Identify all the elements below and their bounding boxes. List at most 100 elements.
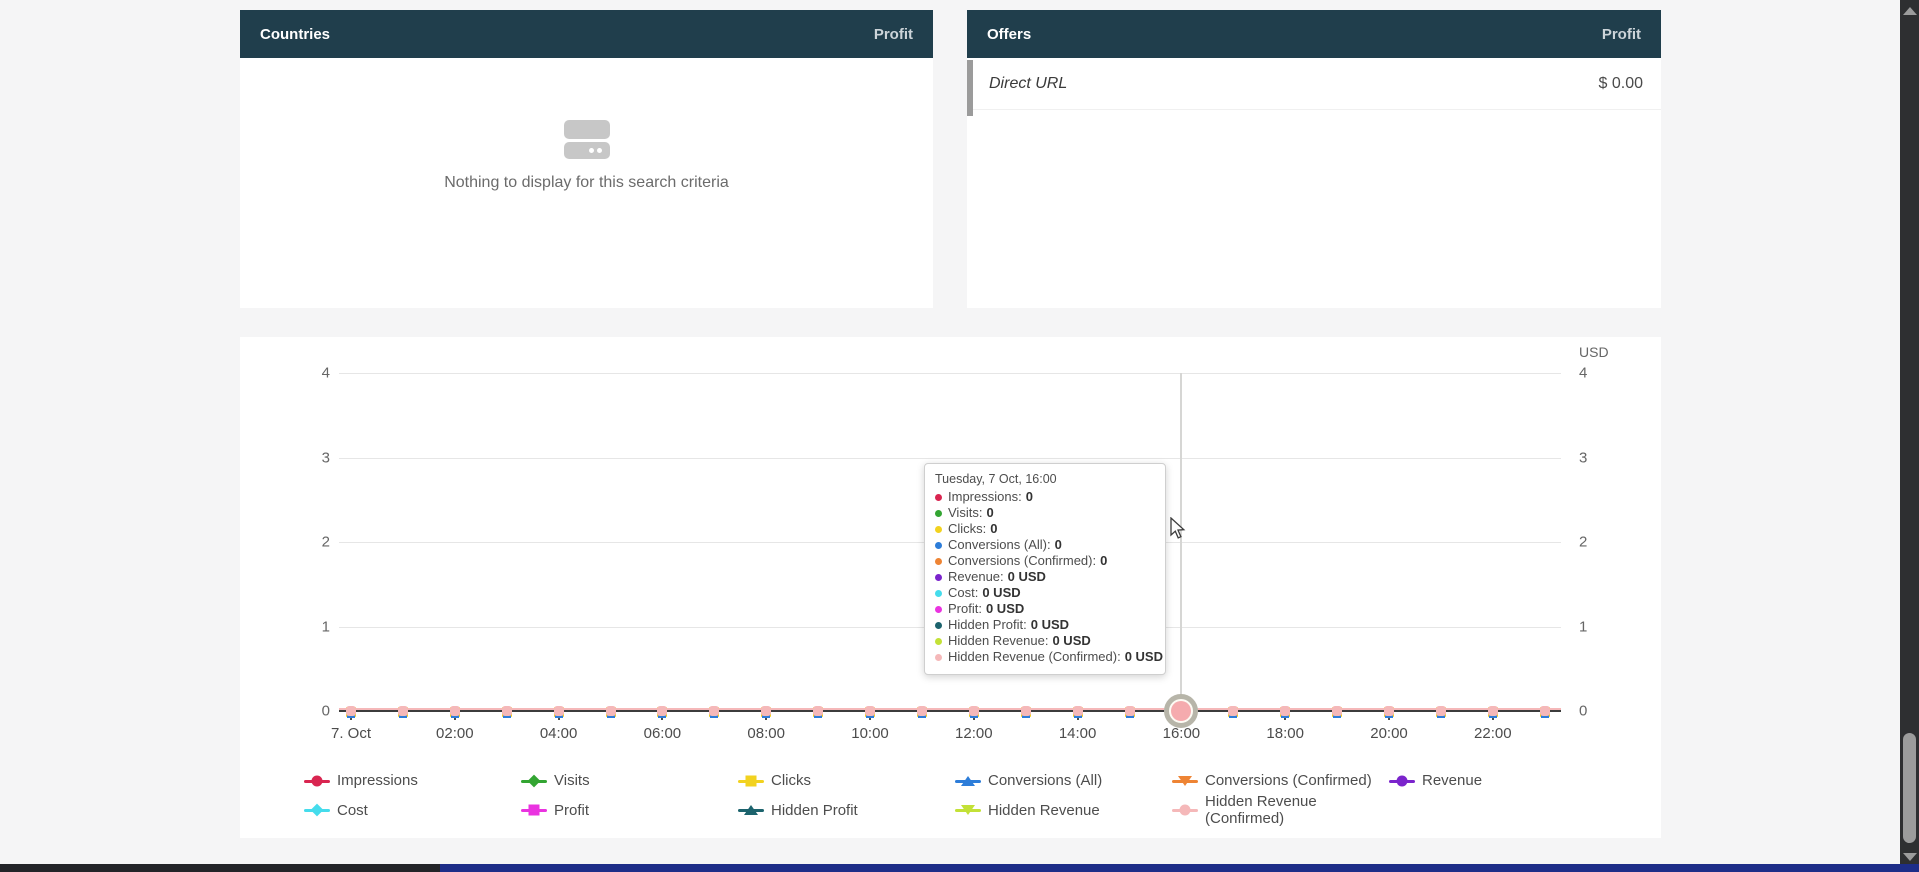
tooltip-row-conversions-confirmed: Conversions (Confirmed):0 bbox=[935, 553, 1155, 569]
series-bullet-icon bbox=[935, 542, 942, 549]
data-point-22-00[interactable] bbox=[1487, 706, 1499, 718]
data-point-00-00[interactable] bbox=[345, 706, 357, 718]
legend-item-conversions-confirmed[interactable]: Conversions (Confirmed) bbox=[1172, 772, 1389, 789]
x-axis-label: 02:00 bbox=[436, 725, 474, 742]
hover-crosshair bbox=[1180, 373, 1182, 711]
tooltip-row-clicks: Clicks:0 bbox=[935, 521, 1155, 537]
tooltip-value: 0 bbox=[1100, 553, 1107, 569]
legend-item-visits[interactable]: Visits bbox=[521, 772, 738, 789]
tooltip-label: Impressions: bbox=[948, 489, 1022, 505]
legend-marker-icon bbox=[1389, 774, 1415, 788]
legend-marker-icon bbox=[304, 774, 330, 788]
tooltip-value: 0 USD bbox=[1052, 633, 1090, 649]
legend-marker-icon bbox=[1172, 774, 1198, 788]
series-bullet-icon bbox=[935, 622, 942, 629]
countries-metric-header[interactable]: Profit bbox=[874, 26, 913, 43]
data-point-19-00[interactable] bbox=[1331, 706, 1343, 718]
legend-label: Revenue bbox=[1422, 772, 1482, 789]
data-point-01-00[interactable] bbox=[397, 706, 409, 718]
legend-marker-icon bbox=[304, 803, 330, 817]
series-bullet-icon bbox=[935, 654, 942, 661]
tooltip-row-hidden-revenue-confirmed: Hidden Revenue (Confirmed):0 USD bbox=[935, 649, 1155, 665]
legend-item-hidden-revenue[interactable]: Hidden Revenue bbox=[955, 793, 1172, 827]
countries-panel: Countries Profit Nothing to display for … bbox=[240, 10, 933, 308]
legend-item-hidden-revenue-confirmed[interactable]: Hidden Revenue (Confirmed) bbox=[1172, 793, 1389, 827]
tooltip-value: 0 USD bbox=[1125, 649, 1163, 665]
countries-empty-state: Nothing to display for this search crite… bbox=[240, 120, 933, 192]
data-point-11-00[interactable] bbox=[916, 706, 928, 718]
legend-item-conversions-all[interactable]: Conversions (All) bbox=[955, 772, 1172, 789]
data-point-09-00[interactable] bbox=[812, 706, 824, 718]
x-axis-label: 10:00 bbox=[851, 725, 889, 742]
series-bullet-icon bbox=[935, 606, 942, 613]
tooltip-title: Tuesday, 7 Oct, 16:00 bbox=[935, 472, 1155, 486]
legend-label: Profit bbox=[554, 802, 589, 819]
y-axis-label-left: 3 bbox=[288, 450, 330, 467]
data-point-20-00[interactable] bbox=[1383, 706, 1395, 718]
legend-label: Hidden Revenue (Confirmed) bbox=[1205, 793, 1389, 827]
tooltip-value: 0 USD bbox=[986, 601, 1024, 617]
tooltip-label: Hidden Revenue: bbox=[948, 633, 1048, 649]
tooltip-label: Hidden Profit: bbox=[948, 617, 1027, 633]
offer-row-direct-url[interactable]: Direct URL $ 0.00 bbox=[973, 58, 1661, 110]
bottom-edge-dark bbox=[0, 864, 440, 872]
countries-panel-title: Countries bbox=[260, 26, 330, 43]
x-axis-label: 06:00 bbox=[644, 725, 682, 742]
offers-panel-header: Offers Profit bbox=[967, 10, 1661, 58]
y-axis-label-right: 4 bbox=[1579, 365, 1587, 382]
legend-label: Hidden Revenue bbox=[988, 802, 1100, 819]
legend-label: Cost bbox=[337, 802, 368, 819]
legend-item-hidden-profit[interactable]: Hidden Profit bbox=[738, 793, 955, 827]
tooltip-row-impressions: Impressions:0 bbox=[935, 489, 1155, 505]
data-point-17-00[interactable] bbox=[1227, 706, 1239, 718]
tooltip-label: Cost: bbox=[948, 585, 978, 601]
legend-item-clicks[interactable]: Clicks bbox=[738, 772, 955, 789]
y-axis-label-left: 1 bbox=[288, 619, 330, 636]
legend-item-impressions[interactable]: Impressions bbox=[304, 772, 521, 789]
data-point-06-00[interactable] bbox=[656, 706, 668, 718]
scrollbar-up-arrow-icon[interactable] bbox=[1903, 7, 1917, 15]
data-point-10-00[interactable] bbox=[864, 706, 876, 718]
offers-metric-header[interactable]: Profit bbox=[1602, 26, 1641, 43]
legend-marker-icon bbox=[1172, 803, 1198, 817]
legend-item-profit[interactable]: Profit bbox=[521, 793, 738, 827]
legend-item-revenue[interactable]: Revenue bbox=[1389, 772, 1606, 789]
data-point-21-00[interactable] bbox=[1435, 706, 1447, 718]
legend-marker-icon bbox=[738, 803, 764, 817]
data-point-05-00[interactable] bbox=[605, 706, 617, 718]
y-axis-label-right: 1 bbox=[1579, 619, 1587, 636]
chart-gridline bbox=[339, 458, 1561, 459]
empty-state-text: Nothing to display for this search crite… bbox=[240, 174, 933, 192]
countries-panel-header: Countries Profit bbox=[240, 10, 933, 58]
tooltip-row-hidden-revenue: Hidden Revenue:0 USD bbox=[935, 633, 1155, 649]
data-point-03-00[interactable] bbox=[501, 706, 513, 718]
data-point-23-00[interactable] bbox=[1539, 706, 1551, 718]
legend-label: Visits bbox=[554, 772, 590, 789]
data-point-04-00[interactable] bbox=[553, 706, 565, 718]
offer-profit-value: $ 0.00 bbox=[1599, 75, 1643, 93]
tooltip-value: 0 bbox=[990, 521, 997, 537]
data-point-13-00[interactable] bbox=[1020, 706, 1032, 718]
data-point-02-00[interactable] bbox=[449, 706, 461, 718]
data-point-08-00[interactable] bbox=[760, 706, 772, 718]
legend-item-cost[interactable]: Cost bbox=[304, 793, 521, 827]
x-axis-label: 20:00 bbox=[1370, 725, 1408, 742]
legend-label: Impressions bbox=[337, 772, 418, 789]
scrollbar-thumb[interactable] bbox=[1903, 733, 1916, 843]
data-point-12-00[interactable] bbox=[968, 706, 980, 718]
tooltip-label: Hidden Revenue (Confirmed): bbox=[948, 649, 1121, 665]
tooltip-row-revenue: Revenue:0 USD bbox=[935, 569, 1155, 585]
y-axis-label-right: 2 bbox=[1579, 534, 1587, 551]
tooltip-label: Profit: bbox=[948, 601, 982, 617]
hovered-point-halo[interactable] bbox=[1164, 694, 1198, 728]
legend-label: Hidden Profit bbox=[771, 802, 858, 819]
scrollbar-down-arrow-icon[interactable] bbox=[1903, 853, 1917, 861]
data-point-14-00[interactable] bbox=[1072, 706, 1084, 718]
y-axis-label-left: 4 bbox=[288, 365, 330, 382]
chart-card: USD 44332211007. Oct02:0004:0006:0008:00… bbox=[240, 337, 1661, 838]
page-scrollbar[interactable] bbox=[1900, 0, 1919, 872]
data-point-15-00[interactable] bbox=[1124, 706, 1136, 718]
offers-panel: Offers Profit Direct URL $ 0.00 bbox=[967, 10, 1661, 308]
data-point-07-00[interactable] bbox=[708, 706, 720, 718]
data-point-18-00[interactable] bbox=[1279, 706, 1291, 718]
